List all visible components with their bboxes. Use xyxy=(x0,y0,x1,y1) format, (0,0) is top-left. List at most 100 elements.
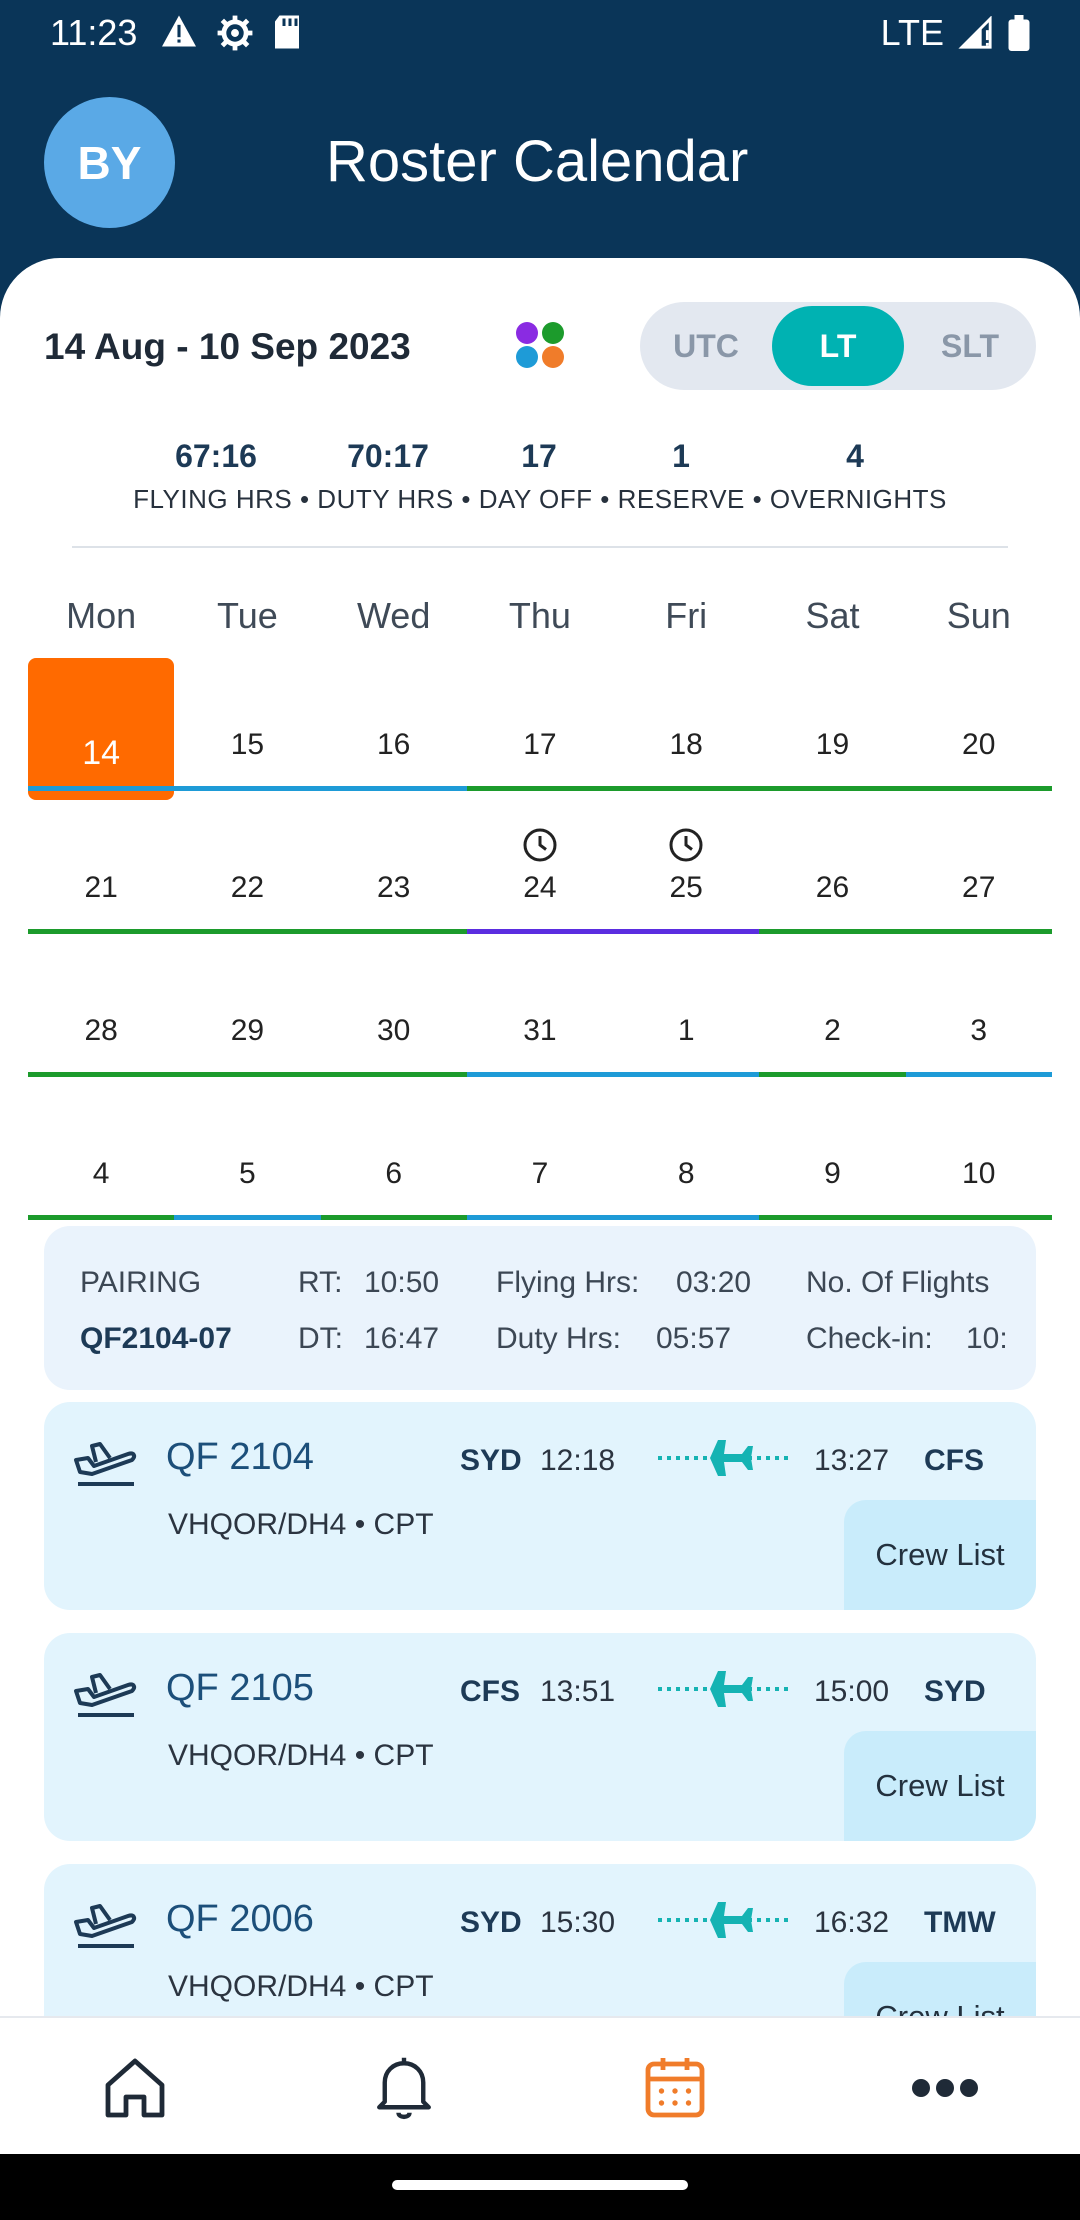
day-number: 28 xyxy=(84,1014,118,1047)
flight-card[interactable]: QF 2104 SYD 12:18 13:27 CFS VHQOR/DH4 • … xyxy=(44,1402,1036,1610)
day-number: 5 xyxy=(239,1157,256,1190)
flight-card[interactable]: QF 2105 CFS 13:51 15:00 SYD VHQOR/DH4 • … xyxy=(44,1633,1036,1841)
tz-option-utc[interactable]: UTC xyxy=(640,302,772,390)
calendar-day[interactable]: 5 xyxy=(174,1087,321,1230)
calendar-day[interactable]: 15 xyxy=(174,658,321,801)
stat-labels: FLYING HRS • DUTY HRS • DAY OFF • RESERV… xyxy=(133,484,947,514)
rt-label: RT: xyxy=(298,1266,343,1299)
weekday-label: Tue xyxy=(217,595,278,636)
day-number: 18 xyxy=(669,728,703,761)
nav-more[interactable] xyxy=(905,2048,985,2128)
tz-option-slt[interactable]: SLT xyxy=(904,302,1036,390)
crew-list-button[interactable]: Crew List xyxy=(844,1731,1036,1841)
calendar-day[interactable]: 26 xyxy=(759,801,906,944)
arrival-time: 13:27 xyxy=(814,1444,890,1477)
day-number: 20 xyxy=(962,728,996,761)
day-number: 3 xyxy=(970,1014,988,1047)
crew-list-button[interactable]: Crew List xyxy=(844,1962,1036,2018)
day-number: 10 xyxy=(962,1157,996,1190)
calendar-week: 21 22 23 24 25 26 27 xyxy=(28,801,1052,944)
user-avatar[interactable]: BY xyxy=(44,97,175,228)
date-range-label[interactable]: 14 Aug - 10 Sep 2023 xyxy=(44,326,411,368)
stat-day-off: 17 xyxy=(521,438,557,474)
duty-hrs-value: 05:57 xyxy=(656,1322,732,1355)
weekday-label: Wed xyxy=(356,595,431,636)
aircraft-info: VHQOR/DH4 • CPT xyxy=(168,1508,434,1541)
day-number: 24 xyxy=(523,871,557,904)
calendar-day[interactable]: 4 xyxy=(28,1087,175,1230)
stat-overnights: 4 xyxy=(846,438,864,474)
calendar-day[interactable]: 2 xyxy=(759,944,906,1087)
tz-option-lt[interactable]: LT xyxy=(772,306,904,386)
more-icon xyxy=(912,2079,978,2097)
calendar-day[interactable]: 20 xyxy=(905,658,1052,801)
departure-airport: SYD xyxy=(460,1444,522,1477)
nav-calendar[interactable] xyxy=(635,2048,715,2128)
calendar-day[interactable]: 7 xyxy=(466,1087,614,1230)
calendar-day[interactable]: 3 xyxy=(905,944,1052,1087)
calendar-day[interactable]: 29 xyxy=(174,944,321,1087)
pairing-summary-card[interactable]: PAIRING QF2104-07 RT: 10:50 DT: 16:47 Fl… xyxy=(44,1226,1036,1390)
day-number: 23 xyxy=(376,871,411,904)
calendar-day[interactable]: 1 xyxy=(613,944,760,1087)
weekday-label: Sat xyxy=(805,595,860,636)
nav-notifications[interactable] xyxy=(364,2048,444,2128)
weekday-header: Mon Tue Wed Thu Fri Sat Sun xyxy=(28,588,1052,658)
day-number: 19 xyxy=(815,728,850,761)
calendar-day[interactable]: 9 xyxy=(759,1087,906,1230)
day-number: 21 xyxy=(84,871,118,904)
calendar-day[interactable]: 16 xyxy=(320,658,467,801)
flying-hrs-label: Flying Hrs: xyxy=(496,1266,640,1299)
avatar-initials: BY xyxy=(77,136,142,189)
sd-card-icon xyxy=(275,15,299,49)
calendar-day[interactable]: 8 xyxy=(613,1087,760,1230)
day-number: 31 xyxy=(523,1014,557,1047)
arrival-airport: SYD xyxy=(924,1675,986,1708)
weekday-label: Mon xyxy=(66,595,137,636)
flight-card[interactable]: QF 2006 SYD 15:30 16:32 TMW VHQOR/DH4 • … xyxy=(44,1864,1036,2018)
day-number: 16 xyxy=(376,728,411,761)
calendar-day[interactable]: 25 xyxy=(613,801,760,944)
flight-number: QF 2104 xyxy=(166,1436,314,1478)
duty-hrs-label: Duty Hrs: xyxy=(496,1322,622,1355)
calendar-day[interactable]: 21 xyxy=(28,801,175,944)
calendar-day[interactable]: 23 xyxy=(320,801,467,944)
calendar-day[interactable]: 28 xyxy=(28,944,175,1087)
calendar-day[interactable]: 27 xyxy=(905,801,1052,944)
roster-calendar: Mon Tue Wed Thu Fri Sat Sun 14 15 16 17 … xyxy=(28,588,1052,1230)
crew-list-button[interactable]: Crew List xyxy=(844,1500,1036,1610)
color-legend-icon[interactable] xyxy=(514,320,566,372)
calendar-day[interactable]: 22 xyxy=(174,801,321,944)
content-sheet: 14 Aug - 10 Sep 2023 UTC LT SLT 67:16 70… xyxy=(0,258,1080,2018)
warning-icon xyxy=(162,15,196,47)
home-gesture-handle[interactable] xyxy=(392,2180,688,2190)
system-gesture-bar xyxy=(0,2154,1080,2220)
calendar-day[interactable]: 18 xyxy=(613,658,760,801)
calendar-week: 4 5 6 7 8 9 10 xyxy=(28,1087,1052,1230)
day-number: 8 xyxy=(677,1157,695,1190)
calendar-day-selected[interactable]: 14 xyxy=(28,658,175,801)
weekday-label: Fri xyxy=(665,595,708,636)
pairing-code: QF2104-07 xyxy=(80,1322,232,1355)
flight-number: QF 2105 xyxy=(166,1667,314,1709)
calendar-day[interactable]: 10 xyxy=(905,1087,1052,1230)
bell-icon xyxy=(377,2057,431,2120)
flight-route-plane-icon xyxy=(658,1902,790,1938)
dt-label: DT: xyxy=(298,1322,343,1355)
calendar-day[interactable]: 17 xyxy=(466,658,614,801)
calendar-day[interactable]: 6 xyxy=(320,1087,467,1230)
calendar-week: 14 15 16 17 18 19 20 xyxy=(28,658,1052,801)
calendar-day[interactable]: 19 xyxy=(759,658,906,801)
checkin-value: 10: xyxy=(966,1322,1008,1355)
day-number: 30 xyxy=(376,1014,411,1047)
flight-number: QF 2006 xyxy=(166,1898,314,1940)
rt-value: 10:50 xyxy=(364,1266,440,1299)
dt-value: 16:47 xyxy=(364,1322,440,1355)
calendar-day[interactable]: 24 xyxy=(466,801,614,944)
calendar-day[interactable]: 30 xyxy=(320,944,467,1087)
day-number: 2 xyxy=(824,1014,841,1047)
arrival-time: 15:00 xyxy=(814,1675,890,1708)
day-number: 14 xyxy=(82,734,121,772)
calendar-day[interactable]: 31 xyxy=(466,944,614,1087)
nav-home[interactable] xyxy=(95,2048,175,2128)
